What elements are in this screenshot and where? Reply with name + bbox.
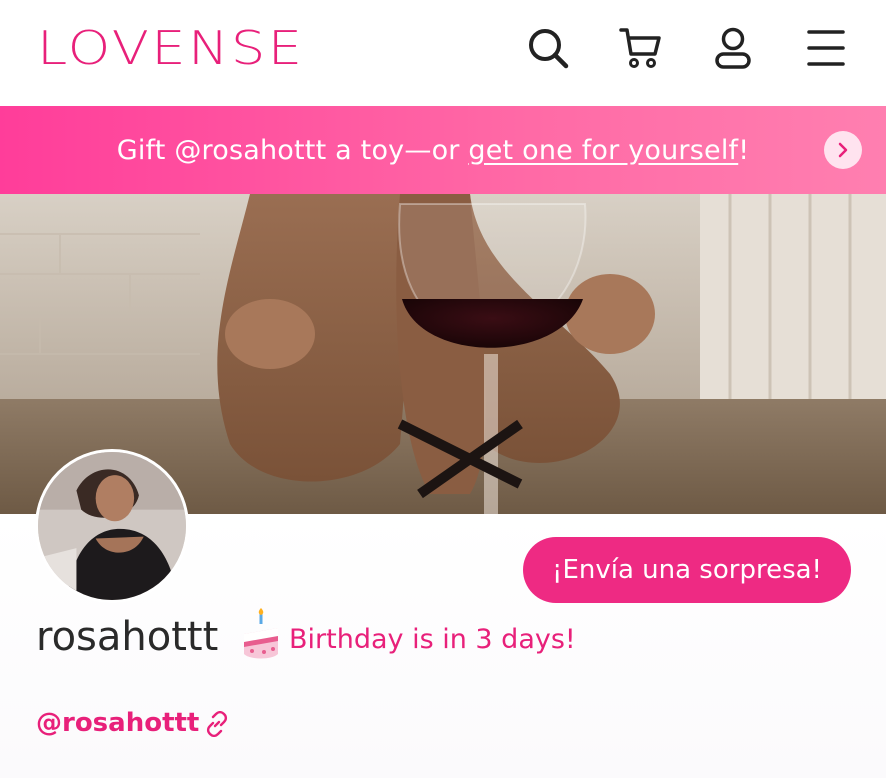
top-header: LOVENSE	[0, 0, 886, 106]
menu-button[interactable]	[802, 24, 850, 72]
send-surprise-button[interactable]: ¡Envía una sorpresa!	[523, 537, 851, 603]
account-button[interactable]	[709, 24, 757, 72]
profile-handle-link[interactable]: @rosahottt	[36, 703, 199, 743]
birthday-countdown: Birthday is in 3 days!	[289, 624, 576, 655]
search-icon	[529, 29, 569, 69]
birthday-cake-icon	[244, 608, 278, 659]
promo-text-prefix: Gift @rosahottt a toy—or	[116, 134, 469, 166]
lovense-logo[interactable]: LOVENSE	[37, 22, 304, 74]
get-one-link[interactable]: get one for yourself	[468, 135, 738, 166]
cart-button[interactable]	[616, 24, 664, 72]
cart-icon	[619, 28, 661, 68]
avatar-image	[38, 452, 186, 600]
hamburger-menu-icon	[807, 30, 845, 66]
profile-avatar[interactable]	[35, 449, 189, 603]
link-icon[interactable]	[204, 711, 230, 737]
account-icon	[715, 27, 751, 69]
promo-text-suffix: !	[738, 134, 750, 166]
promo-text: Gift @rosahottt a toy—or get one for you…	[117, 135, 750, 166]
chevron-right-icon	[838, 142, 848, 158]
profile-username: rosahottt	[36, 614, 219, 660]
gift-promo-banner: Gift @rosahottt a toy—or get one for you…	[0, 106, 886, 194]
search-button[interactable]	[524, 24, 572, 72]
promo-next-button[interactable]	[824, 131, 862, 169]
